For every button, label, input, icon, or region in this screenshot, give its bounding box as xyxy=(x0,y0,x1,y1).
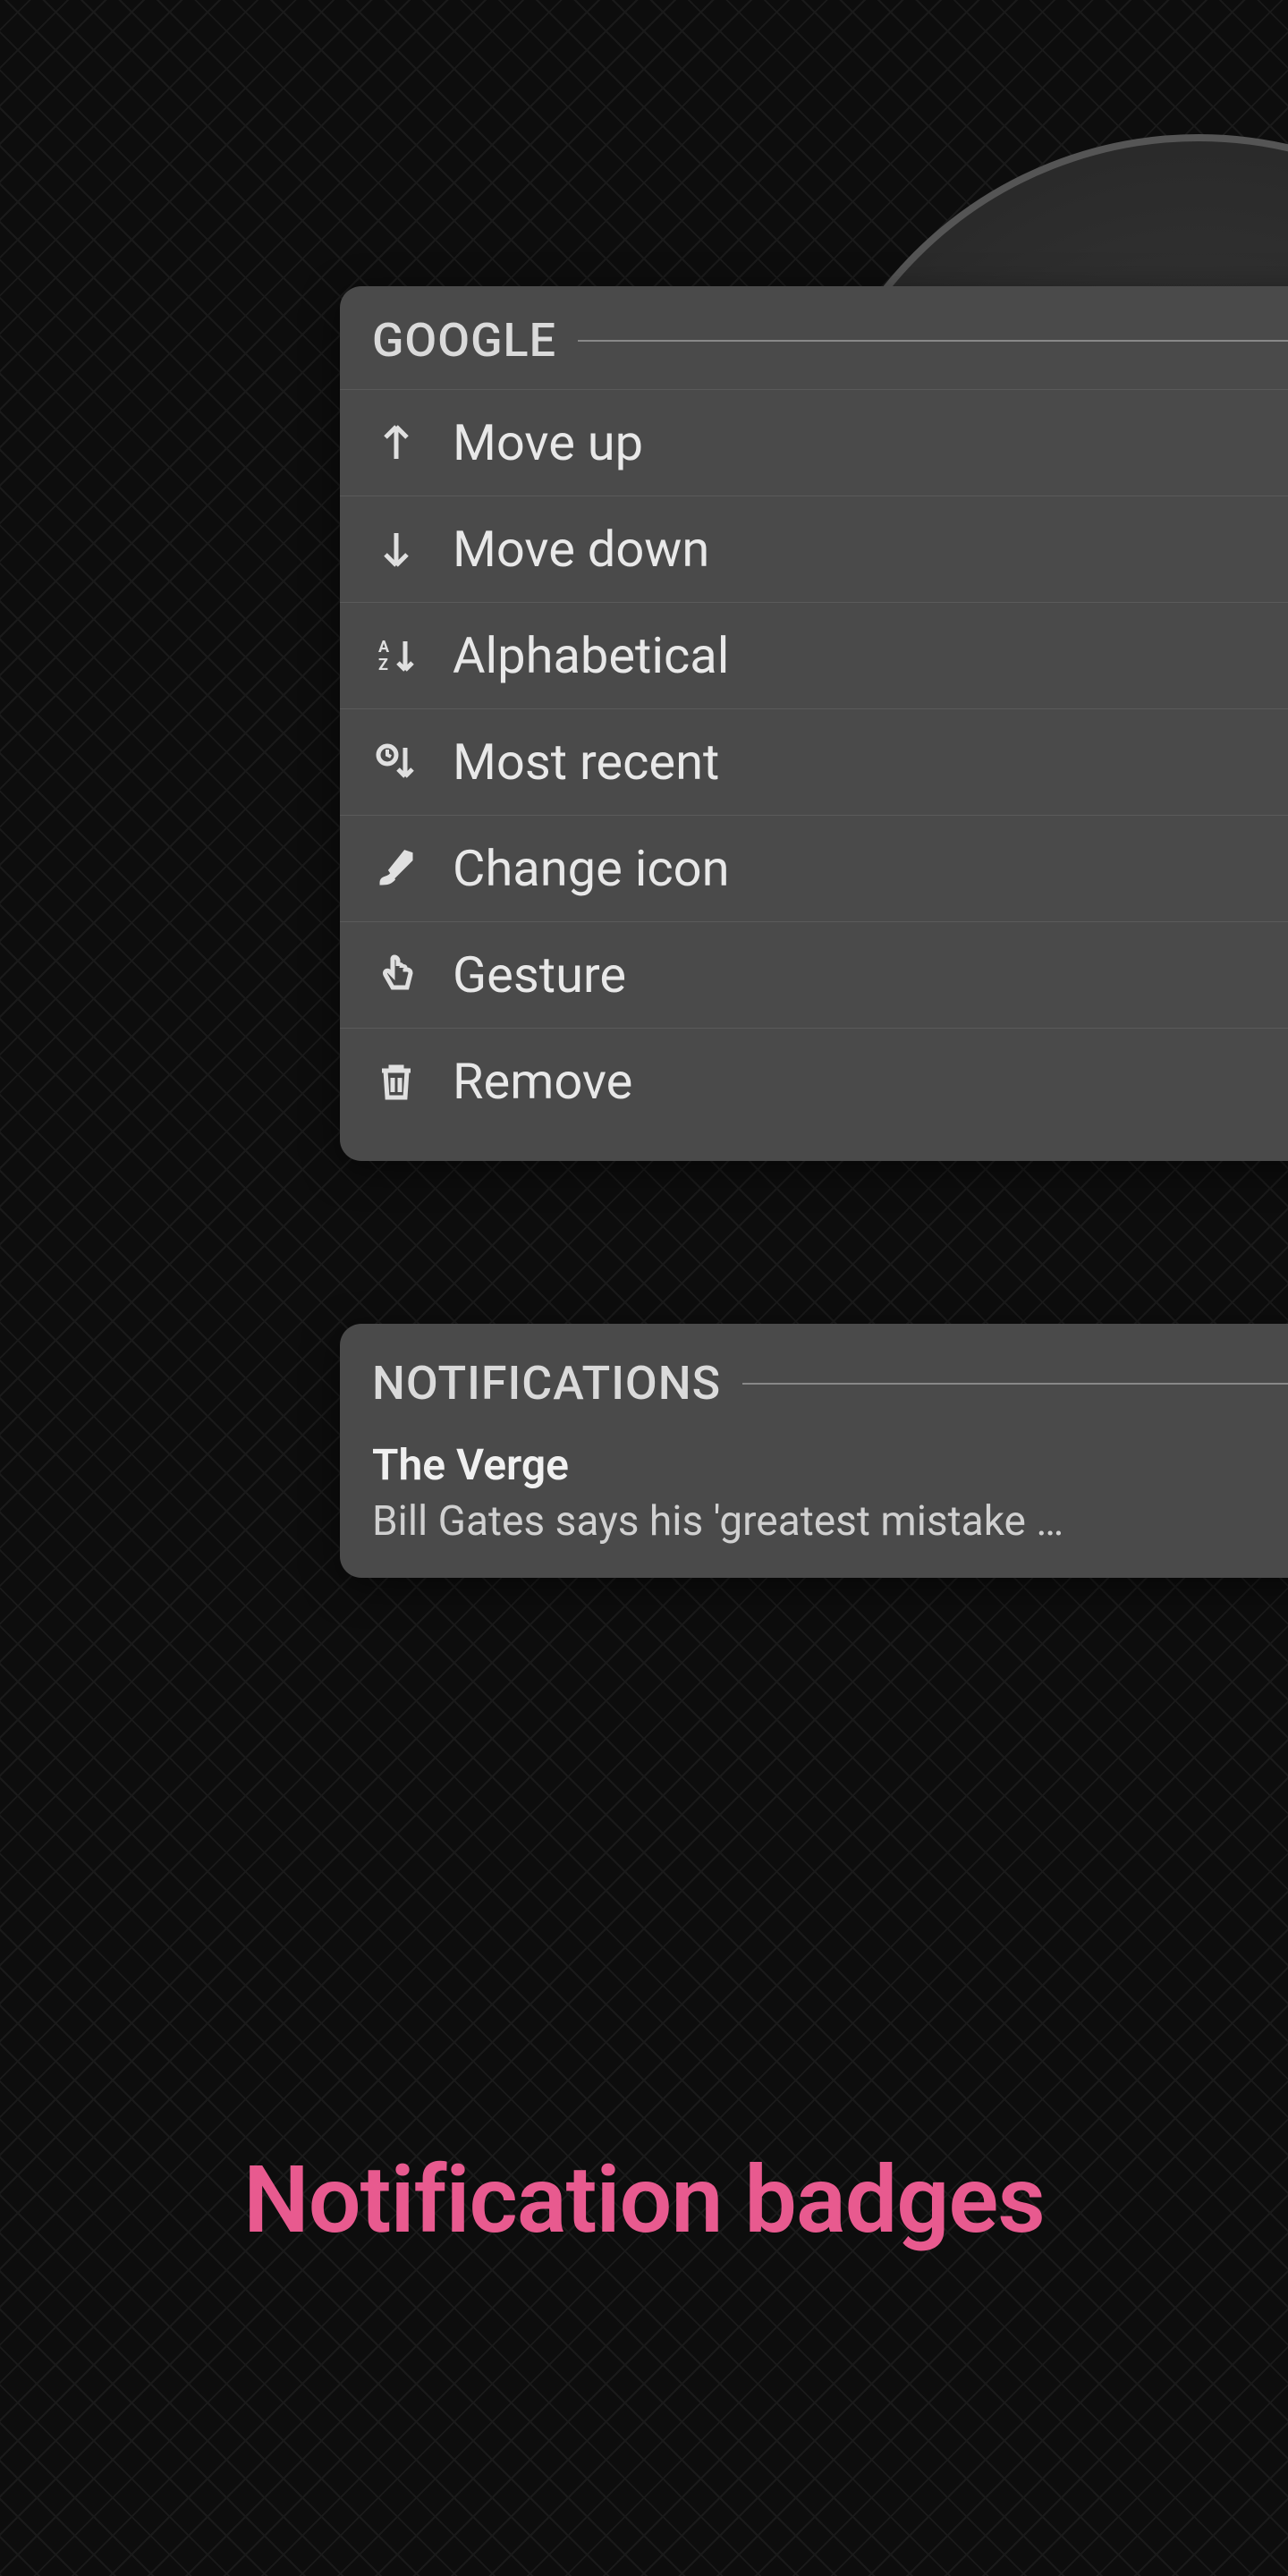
sort-az-icon: A Z xyxy=(372,631,420,680)
menu-item-move-down[interactable]: Move down xyxy=(340,496,1288,602)
notification-item[interactable]: The Verge Bill Gates says his 'greatest … xyxy=(372,1439,1288,1546)
promo-caption: Notification badges xyxy=(0,2147,1288,2255)
menu-item-label: Remove xyxy=(453,1052,632,1111)
menu-item-alphabetical[interactable]: A Z Alphabetical xyxy=(340,602,1288,708)
arrow-down-icon xyxy=(372,525,420,573)
notification-text: The Verge Bill Gates says his 'greatest … xyxy=(372,1439,1274,1546)
menu-header: GOOGLE xyxy=(340,313,1288,389)
brush-icon xyxy=(372,844,420,893)
notifications-header: NOTIFICATIONS xyxy=(372,1356,1288,1411)
menu-title: GOOGLE xyxy=(372,313,556,368)
menu-item-gesture[interactable]: Gesture xyxy=(340,921,1288,1028)
sort-recent-icon xyxy=(372,738,420,786)
menu-item-label: Change icon xyxy=(453,839,730,898)
menu-item-move-up[interactable]: Move up xyxy=(340,389,1288,496)
trash-icon xyxy=(372,1057,420,1106)
notifications-header-divider xyxy=(742,1383,1288,1385)
menu-header-divider xyxy=(578,340,1288,342)
menu-item-label: Alphabetical xyxy=(453,626,729,685)
menu-item-label: Most recent xyxy=(453,733,719,792)
svg-text:A: A xyxy=(378,638,390,657)
notification-body: Bill Gates says his 'greatest mistake … xyxy=(372,1497,1274,1546)
arrow-up-icon xyxy=(372,419,420,467)
notifications-panel: NOTIFICATIONS The Verge Bill Gates says … xyxy=(340,1324,1288,1578)
notification-source: The Verge xyxy=(372,1439,1274,1490)
menu-item-remove[interactable]: Remove xyxy=(340,1028,1288,1134)
menu-item-change-icon[interactable]: Change icon xyxy=(340,815,1288,921)
context-menu-panel: GOOGLE Move up Move down A Z Alphabetica… xyxy=(340,286,1288,1161)
hand-pointer-icon xyxy=(372,951,420,999)
menu-item-label: Gesture xyxy=(453,945,626,1004)
menu-item-label: Move up xyxy=(453,413,643,472)
menu-item-label: Move down xyxy=(453,520,709,579)
notifications-title: NOTIFICATIONS xyxy=(372,1356,721,1411)
menu-item-most-recent[interactable]: Most recent xyxy=(340,708,1288,815)
svg-text:Z: Z xyxy=(378,656,388,674)
